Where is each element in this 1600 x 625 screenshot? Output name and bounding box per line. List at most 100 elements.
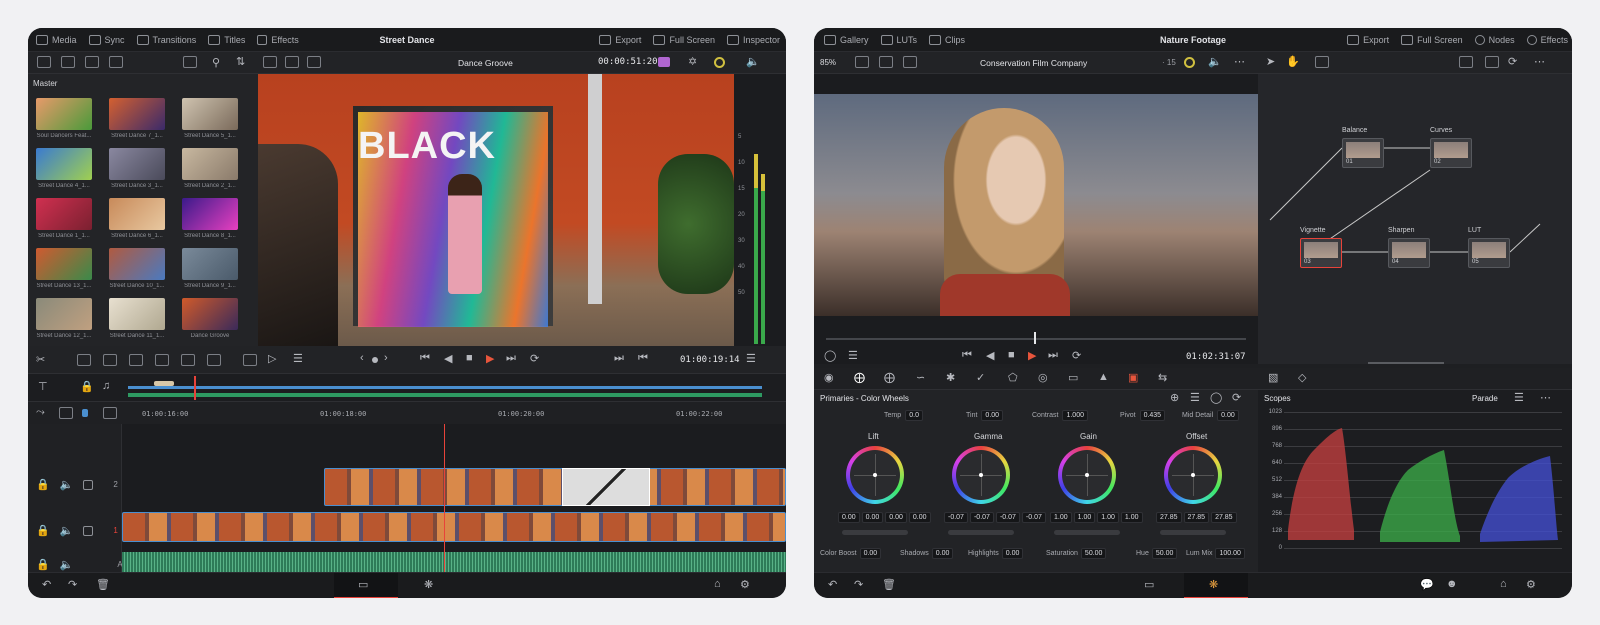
bin-clip-thumbnail[interactable] — [36, 248, 92, 280]
reset-all-icon[interactable]: ⟳ — [1232, 391, 1241, 404]
param-field[interactable]: Temp 0.0 — [884, 410, 924, 421]
overlay-icon[interactable] — [307, 56, 321, 68]
wheel-value[interactable]: 1.00 — [1050, 512, 1072, 523]
replace-clip-icon[interactable] — [129, 354, 143, 366]
bin-clip-thumbnail[interactable] — [182, 98, 238, 130]
effects-button[interactable]: Effects — [1526, 34, 1568, 45]
color-wheel[interactable] — [846, 446, 904, 504]
key-icon[interactable]: ▣ — [1128, 371, 1138, 384]
bin-clip-thumbnail[interactable] — [36, 98, 92, 130]
transform-icon[interactable]: ✡ — [688, 55, 697, 68]
export-button[interactable]: Export — [599, 34, 641, 45]
param-value[interactable]: 0.00 — [931, 548, 954, 559]
add-icon[interactable]: ⊕ — [1170, 391, 1179, 404]
bin-clip-thumbnail[interactable] — [182, 148, 238, 180]
track-lock-icon[interactable]: 🔒 — [36, 524, 50, 537]
stop-icon[interactable]: ■ — [466, 352, 473, 364]
play-reverse-icon[interactable]: ◀ — [444, 352, 452, 365]
param-field[interactable]: Hue 50.00 — [1136, 548, 1178, 559]
wheel-puck[interactable] — [873, 473, 877, 477]
go-to-start-icon[interactable]: ⏮ — [420, 352, 430, 365]
node-editor[interactable]: Balance 01 Curves 02 Vignette 03 Sharpen 04 LUT 0… — [1258, 74, 1572, 364]
safe-area-icon[interactable] — [285, 56, 299, 68]
next-edit-icon[interactable]: ⏭ — [614, 352, 624, 365]
wheel-puck[interactable] — [1191, 473, 1195, 477]
wheel-value[interactable]: 0.00 — [861, 512, 884, 523]
bin-clip-thumbnail[interactable] — [109, 98, 165, 130]
sync-tab[interactable]: Sync — [88, 34, 125, 45]
param-value[interactable]: 50.00 — [1151, 548, 1178, 559]
hand-icon[interactable]: ✋ — [1286, 55, 1300, 68]
media-tab[interactable]: Media — [36, 34, 77, 45]
redo-icon[interactable]: ↷ — [854, 578, 863, 591]
wheel-value[interactable]: 27.85 — [1183, 512, 1210, 523]
insert-clip-icon[interactable] — [77, 354, 91, 366]
undo-icon[interactable]: ↶ — [42, 578, 51, 591]
magnet-icon[interactable]: ⤳ — [36, 406, 45, 419]
video-clip-v2[interactable] — [324, 468, 786, 506]
color-icon[interactable] — [658, 57, 670, 67]
chat-icon[interactable]: 💬 — [1420, 578, 1434, 591]
wheel-value[interactable]: -0.07 — [995, 512, 1020, 523]
tracker-icon[interactable]: ◎ — [1038, 371, 1048, 384]
go-to-start-icon[interactable]: ⏮ — [962, 349, 972, 362]
bin-clip-thumbnail[interactable] — [109, 198, 165, 230]
title-tool-icon[interactable]: ⊤ — [38, 380, 48, 393]
timeline-playhead[interactable] — [444, 424, 445, 574]
magic-mask-icon[interactable]: ▭ — [1068, 371, 1078, 384]
gallery-tab[interactable]: Gallery — [824, 34, 869, 45]
wipe-icon[interactable] — [903, 56, 917, 68]
track-audio-icon[interactable]: 🔈 — [60, 558, 74, 571]
bin-clip-thumbnail[interactable] — [182, 248, 238, 280]
viewer-layout-icon[interactable] — [855, 56, 869, 68]
qualifier-icon[interactable]: ✓ — [976, 371, 985, 384]
undo-icon[interactable]: ↶ — [828, 578, 837, 591]
search-icon[interactable]: ⚲ — [212, 56, 220, 69]
stop-icon[interactable]: ■ — [1008, 349, 1015, 361]
wheel-master-slider[interactable] — [1054, 530, 1120, 535]
viewer-clip-name[interactable]: Dance Groove — [458, 58, 513, 68]
pointer-icon[interactable]: ➤ — [1266, 55, 1275, 68]
inspector-button[interactable]: Inspector — [726, 34, 780, 45]
redo-icon[interactable]: ↷ — [68, 578, 77, 591]
upper-timeline[interactable]: ⊤ 🔒 ♫ — [28, 374, 786, 402]
audio-clip-a1[interactable] — [122, 552, 786, 574]
param-field[interactable]: Highlights 0.00 — [968, 548, 1024, 559]
param-field[interactable]: Mid Detail 0.00 — [1182, 410, 1239, 421]
color-page-icon[interactable]: ❋ — [424, 578, 433, 591]
bin-clip-thumbnail[interactable] — [109, 298, 165, 330]
param-field[interactable]: Shadows 0.00 — [900, 548, 954, 559]
transitions-tab[interactable]: Transitions — [136, 34, 196, 45]
edit-page-tab[interactable]: ▭ — [334, 573, 398, 598]
scope-settings-icon[interactable]: ☰ — [1514, 391, 1524, 404]
sort-icon[interactable]: ⇅ — [236, 55, 245, 68]
bin-clip-thumbnail[interactable] — [36, 198, 92, 230]
place-on-top-icon[interactable] — [155, 354, 169, 366]
bin-clip-thumbnail[interactable] — [36, 298, 92, 330]
wheel-value[interactable]: -0.07 — [1021, 512, 1046, 523]
track-video-icon[interactable] — [83, 479, 94, 490]
wheel-puck[interactable] — [979, 473, 983, 477]
bin-clip-thumbnail[interactable] — [109, 248, 165, 280]
append-clip-icon[interactable] — [181, 354, 195, 366]
effects-tab[interactable]: Effects — [257, 34, 299, 45]
viewer-mode-icon[interactable] — [263, 56, 277, 68]
param-field[interactable]: Saturation 50.00 — [1046, 548, 1107, 559]
param-field[interactable]: Pivot 0.435 — [1120, 410, 1166, 421]
video-clip-v1[interactable] — [122, 512, 786, 542]
wheel-value[interactable]: 27.85 — [1211, 512, 1237, 523]
settings-sliders-icon[interactable]: ☰ — [293, 352, 303, 365]
warper-icon[interactable]: ✱ — [946, 371, 955, 384]
more-options-icon[interactable]: ⋯ — [1534, 55, 1545, 68]
loop-icon[interactable]: ⟳ — [1072, 349, 1081, 362]
curves-icon[interactable]: ∽ — [916, 371, 925, 384]
home-icon[interactable]: ⌂ — [714, 578, 721, 590]
color-page-tab[interactable]: ❋ — [1184, 573, 1248, 598]
jog-right-icon[interactable]: › — [384, 352, 388, 364]
log-mode-icon[interactable]: ◯ — [1210, 391, 1222, 404]
ripple-overwrite-icon[interactable] — [207, 354, 221, 366]
razor-icon[interactable]: ✂ — [36, 353, 45, 366]
node-grid-icon[interactable] — [1485, 56, 1499, 68]
bars-mode-icon[interactable]: ☰ — [1190, 391, 1200, 404]
trash-icon[interactable]: 🗑 — [96, 578, 110, 591]
